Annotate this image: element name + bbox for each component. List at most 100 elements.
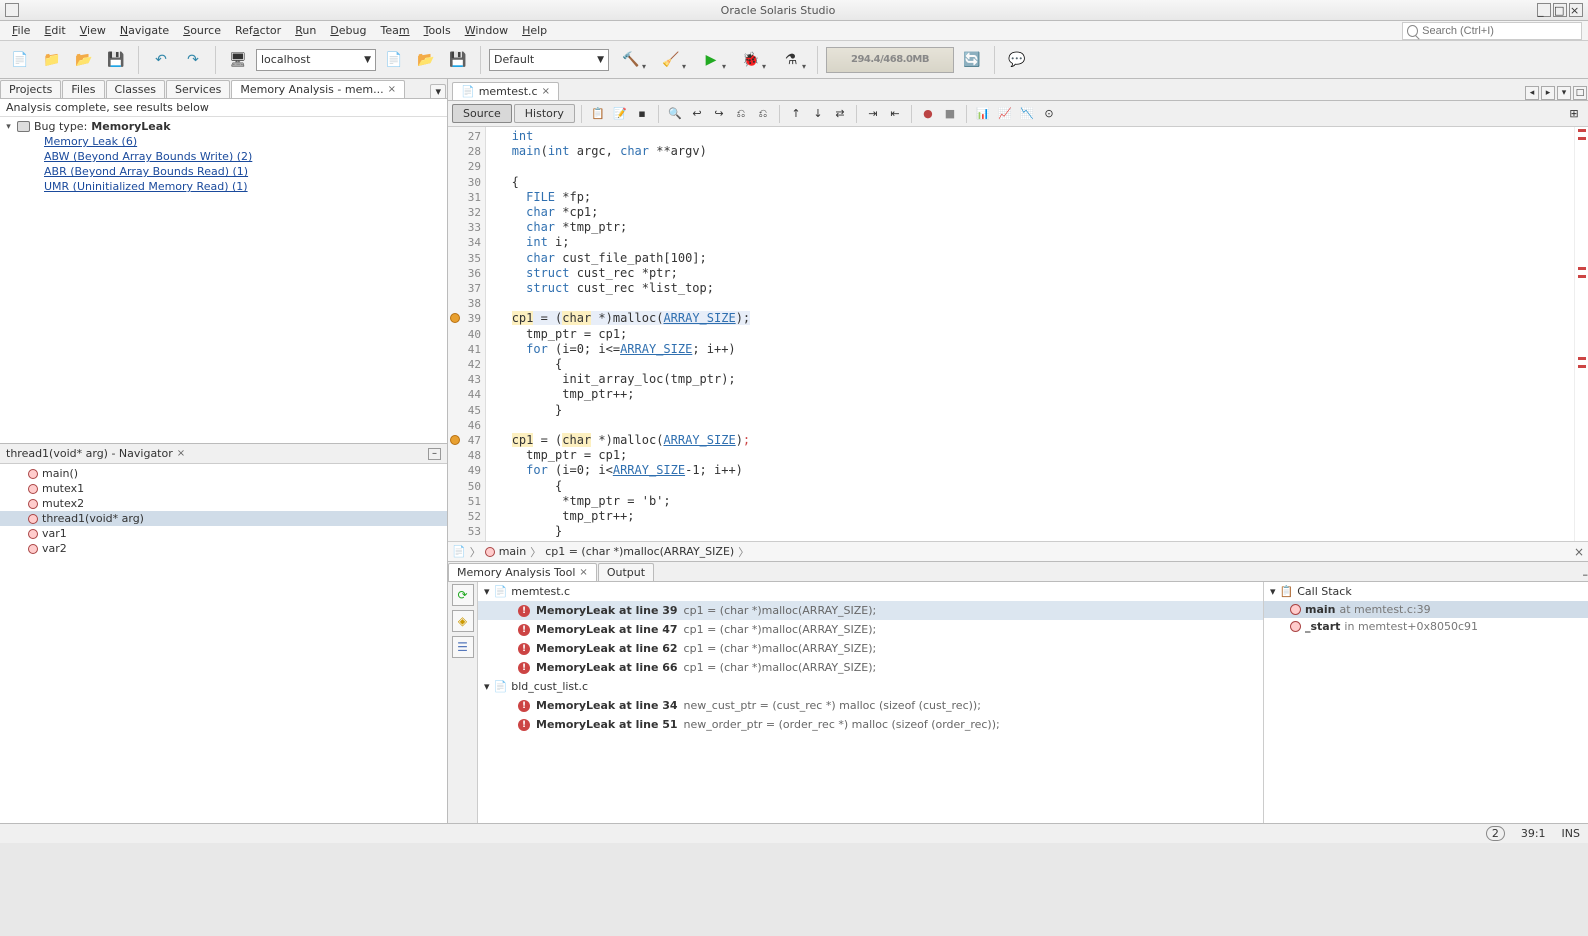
tab-services[interactable]: Services bbox=[166, 80, 230, 98]
new-file-button[interactable]: 📄 bbox=[6, 46, 34, 74]
ed-btn-16[interactable]: 📉 bbox=[1017, 104, 1037, 124]
result-item[interactable]: !MemoryLeak at line 47 cp1 = (char *)mal… bbox=[478, 620, 1263, 639]
ed-btn-1[interactable]: 📋 bbox=[588, 104, 608, 124]
menu-navigate[interactable]: Navigate bbox=[114, 22, 175, 39]
tab-files[interactable]: Files bbox=[62, 80, 104, 98]
crumb-main[interactable]: main bbox=[499, 545, 526, 558]
tab-memory-analysis[interactable]: Memory Analysis - mem...× bbox=[231, 80, 405, 98]
result-group[interactable]: ▾📄memtest.c bbox=[478, 582, 1263, 601]
search-input[interactable] bbox=[1422, 25, 1577, 37]
redo-button[interactable]: ↷ bbox=[179, 46, 207, 74]
host-dropdown[interactable]: localhost▼ bbox=[256, 49, 376, 71]
ed-btn-15[interactable]: 📈 bbox=[995, 104, 1015, 124]
bottom-min[interactable]: – bbox=[1583, 568, 1588, 581]
expand-handle[interactable]: ▾ bbox=[4, 122, 13, 131]
save-all-button[interactable]: 💾 bbox=[102, 46, 130, 74]
ed-btn-2[interactable]: 📝 bbox=[610, 104, 630, 124]
menu-run[interactable]: Run bbox=[289, 22, 322, 39]
menu-help[interactable]: Help bbox=[516, 22, 553, 39]
list-icon[interactable]: ☰ bbox=[452, 636, 474, 658]
build-button[interactable]: 🔨 bbox=[613, 46, 649, 74]
result-item[interactable]: !MemoryLeak at line 39 cp1 = (char *)mal… bbox=[478, 601, 1263, 620]
result-item[interactable]: !MemoryLeak at line 62 cp1 = (char *)mal… bbox=[478, 639, 1263, 658]
navigator-item[interactable]: var1 bbox=[0, 526, 447, 541]
navigator-minimize[interactable]: – bbox=[428, 448, 441, 460]
crumb-close[interactable]: × bbox=[1574, 545, 1584, 559]
tab-mem-tool[interactable]: Memory Analysis Tool× bbox=[448, 563, 597, 581]
tab-overflow[interactable]: ▾ bbox=[430, 84, 446, 98]
tab-list[interactable]: ▾ bbox=[1557, 86, 1571, 100]
ed-btn-10[interactable]: ↓ bbox=[808, 104, 828, 124]
host-icon[interactable]: 🖥 bbox=[224, 46, 252, 74]
ed-expand[interactable]: ⊞ bbox=[1564, 104, 1584, 124]
menu-team[interactable]: Team bbox=[375, 22, 416, 39]
code-area[interactable]: int main(int argc, char **argv) { FILE *… bbox=[486, 127, 1574, 541]
ed-btn-8[interactable]: ⎌ bbox=[753, 104, 773, 124]
record-icon[interactable]: ● bbox=[918, 104, 938, 124]
config-dropdown[interactable]: Default▼ bbox=[489, 49, 609, 71]
navigator-item[interactable]: thread1(void* arg) bbox=[0, 511, 447, 526]
open-button[interactable]: 📂 bbox=[70, 46, 98, 74]
clean-button[interactable]: 🧹 bbox=[653, 46, 689, 74]
tab-output[interactable]: Output bbox=[598, 563, 654, 581]
navigator-item[interactable]: main() bbox=[0, 466, 447, 481]
navigator-item[interactable]: mutex2 bbox=[0, 496, 447, 511]
run-button[interactable]: ▶ bbox=[693, 46, 729, 74]
stack-frame[interactable]: main at memtest.c:39 bbox=[1264, 601, 1588, 618]
stack-frame[interactable]: _start in memtest+0x8050c91 bbox=[1264, 618, 1588, 635]
ed-btn-5[interactable]: ↩ bbox=[687, 104, 707, 124]
filter-icon[interactable]: ◈ bbox=[452, 610, 474, 632]
result-group[interactable]: ▾📄bld_cust_list.c bbox=[478, 677, 1263, 696]
source-mode[interactable]: Source bbox=[452, 104, 512, 123]
overview-ruler[interactable] bbox=[1574, 127, 1588, 541]
refresh-icon[interactable]: ⟳ bbox=[452, 584, 474, 606]
result-item[interactable]: !MemoryLeak at line 34 new_cust_ptr = (c… bbox=[478, 696, 1263, 715]
ed-btn-7[interactable]: ⎌ bbox=[731, 104, 751, 124]
navigator-item[interactable]: mutex1 bbox=[0, 481, 447, 496]
result-item[interactable]: !MemoryLeak at line 66 cp1 = (char *)mal… bbox=[478, 658, 1263, 677]
analysis-link-0[interactable]: Memory Leak (6) bbox=[44, 135, 137, 148]
global-search[interactable] bbox=[1402, 22, 1582, 40]
tab-max[interactable]: □ bbox=[1573, 86, 1587, 100]
analysis-link-3[interactable]: UMR (Uninitialized Memory Read) (1) bbox=[44, 180, 248, 193]
close-icon[interactable]: × bbox=[1569, 3, 1583, 17]
history-mode[interactable]: History bbox=[514, 104, 575, 123]
close-mem-tool[interactable]: × bbox=[579, 567, 587, 578]
navigator-item[interactable]: var2 bbox=[0, 541, 447, 556]
menu-file[interactable]: File bbox=[6, 22, 36, 39]
stop-icon[interactable]: ■ bbox=[940, 104, 960, 124]
maximize-icon[interactable]: □ bbox=[1553, 3, 1567, 17]
chat-button[interactable]: 💬 bbox=[1003, 46, 1031, 74]
line-gutter[interactable]: 27 28 29 30 31 32 33 34 35 36 37 38 39 4… bbox=[448, 127, 486, 541]
editor-tab-memtest[interactable]: 📄memtest.c× bbox=[452, 82, 559, 100]
ed-btn-6[interactable]: ↪ bbox=[709, 104, 729, 124]
menu-tools[interactable]: Tools bbox=[418, 22, 457, 39]
ed-btn-9[interactable]: ↑ bbox=[786, 104, 806, 124]
tab-projects[interactable]: Projects bbox=[0, 80, 61, 98]
menu-debug[interactable]: Debug bbox=[324, 22, 372, 39]
tb-btn-c[interactable]: 💾 bbox=[444, 46, 472, 74]
close-tab-icon[interactable]: × bbox=[388, 84, 396, 95]
analysis-link-2[interactable]: ABR (Beyond Array Bounds Read) (1) bbox=[44, 165, 248, 178]
menu-refactor[interactable]: Refactor bbox=[229, 22, 287, 39]
minimize-icon[interactable]: _ bbox=[1537, 3, 1551, 17]
ed-btn-14[interactable]: 📊 bbox=[973, 104, 993, 124]
analysis-link-1[interactable]: ABW (Beyond Array Bounds Write) (2) bbox=[44, 150, 252, 163]
crumb-expr[interactable]: cp1 = (char *)malloc(ARRAY_SIZE) bbox=[545, 545, 734, 558]
ed-btn-13[interactable]: ⇤ bbox=[885, 104, 905, 124]
debug-button[interactable]: 🐞 bbox=[733, 46, 769, 74]
result-item[interactable]: !MemoryLeak at line 51 new_order_ptr = (… bbox=[478, 715, 1263, 734]
tb-btn-b[interactable]: 📂 bbox=[412, 46, 440, 74]
tb-btn-a[interactable]: 📄 bbox=[380, 46, 408, 74]
undo-button[interactable]: ↶ bbox=[147, 46, 175, 74]
menu-edit[interactable]: Edit bbox=[38, 22, 71, 39]
insert-mode[interactable]: INS bbox=[1562, 827, 1580, 840]
ed-btn-3[interactable]: ▪ bbox=[632, 104, 652, 124]
profile-button[interactable]: ⚗ bbox=[773, 46, 809, 74]
tab-prev[interactable]: ◂ bbox=[1525, 86, 1539, 100]
ed-btn-17[interactable]: ⊙ bbox=[1039, 104, 1059, 124]
ed-btn-12[interactable]: ⇥ bbox=[863, 104, 883, 124]
navigator-close[interactable]: × bbox=[177, 448, 185, 459]
close-editor-tab[interactable]: × bbox=[542, 86, 550, 97]
menu-view[interactable]: View bbox=[74, 22, 112, 39]
